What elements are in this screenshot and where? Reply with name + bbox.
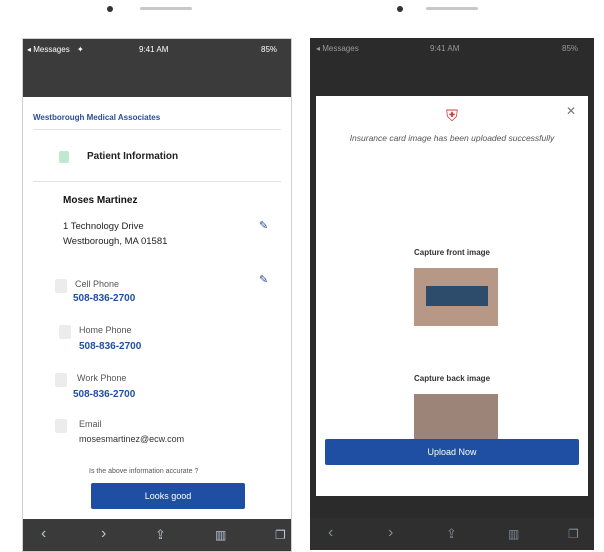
front-card-image[interactable] (414, 268, 498, 326)
email-icon (55, 419, 67, 433)
patient-name: Moses Martinez (63, 195, 138, 206)
page-dash-right (426, 7, 478, 10)
close-icon[interactable]: ✕ (566, 104, 576, 118)
phone-screen-patient-info: ◂ Messages ✦ 9:41 AM 85% Westborough Med… (22, 38, 292, 552)
bookmarks-icon[interactable]: ▥ (215, 528, 226, 542)
edit-address-pencil-icon[interactable]: ✎ (259, 219, 268, 232)
success-message: Insurance card image has been uploaded s… (349, 133, 555, 143)
back-arrow-icon[interactable]: ‹ (41, 525, 46, 543)
wifi-icon: ✦ (77, 45, 84, 54)
address-line1: 1 Technology Drive (63, 221, 144, 232)
home-phone-label: Home Phone (79, 325, 132, 335)
shield-icon: ⛨ (446, 108, 459, 125)
org-name: Westborough Medical Associates (33, 113, 161, 122)
forward-arrow-icon[interactable]: › (101, 525, 106, 543)
page-dot-right (397, 6, 403, 12)
cell-phone-label: Cell Phone (75, 279, 120, 289)
status-time: 9:41 AM (430, 44, 460, 53)
forward-arrow-icon[interactable]: › (388, 524, 393, 542)
address-line2: Westborough, MA 01581 (63, 236, 168, 247)
status-battery: 85% (562, 44, 579, 53)
capture-back-label: Capture back image (413, 374, 491, 383)
browser-toolbar: ‹ › ⇪ ▥ ❐ (23, 519, 291, 551)
page-dot-left (107, 6, 113, 12)
page-dash-left (140, 7, 192, 10)
tabs-icon[interactable]: ❐ (568, 527, 579, 541)
status-bar: ◂ Messages ✦ 9:41 AM 85% (23, 39, 291, 59)
status-time: 9:41 AM (139, 45, 169, 54)
divider (33, 181, 281, 182)
upload-now-button[interactable]: Upload Now (325, 439, 579, 465)
edit-phone-pencil-icon[interactable]: ✎ (259, 273, 268, 286)
home-phone-icon (59, 325, 71, 339)
divider (33, 129, 281, 130)
back-arrow-icon[interactable]: ‹ (328, 524, 333, 542)
patient-info-icon (59, 151, 69, 163)
looks-good-button[interactable]: Looks good (91, 483, 245, 509)
browser-nav-band (23, 59, 291, 97)
share-icon[interactable]: ⇪ (446, 526, 457, 542)
browser-toolbar: ‹ › ⇪ ▥ ❐ (310, 518, 594, 550)
work-phone-link[interactable]: 508-836-2700 (73, 389, 135, 400)
bookmarks-icon[interactable]: ▥ (508, 527, 519, 541)
status-carrier: ◂ Messages (27, 45, 70, 54)
share-icon[interactable]: ⇪ (155, 527, 166, 543)
accuracy-question: Is the above information accurate ? (89, 468, 199, 475)
upload-success-modal: ⛨ ✕ Insurance card image has been upload… (316, 96, 588, 496)
email-value[interactable]: mosesmartinez@ecw.com (79, 434, 184, 444)
phone-screen-insurance-upload: ◂ Messages 9:41 AM 85% ⛨ ✕ Insurance car… (310, 38, 594, 550)
status-bar: ◂ Messages 9:41 AM 85% (310, 38, 594, 58)
work-phone-label: Work Phone (77, 373, 127, 383)
cell-phone-icon (55, 279, 67, 293)
work-phone-icon (55, 373, 67, 387)
status-carrier: ◂ Messages (316, 44, 359, 53)
modal-backdrop (310, 58, 594, 96)
capture-front-label: Capture front image (413, 248, 490, 257)
home-phone-link[interactable]: 508-836-2700 (79, 341, 141, 352)
tabs-icon[interactable]: ❐ (275, 528, 286, 542)
status-battery: 85% (261, 45, 278, 54)
email-label: Email (79, 419, 102, 429)
cell-phone-link[interactable]: 508-836-2700 (73, 293, 135, 304)
section-title: Patient Information (87, 151, 179, 162)
